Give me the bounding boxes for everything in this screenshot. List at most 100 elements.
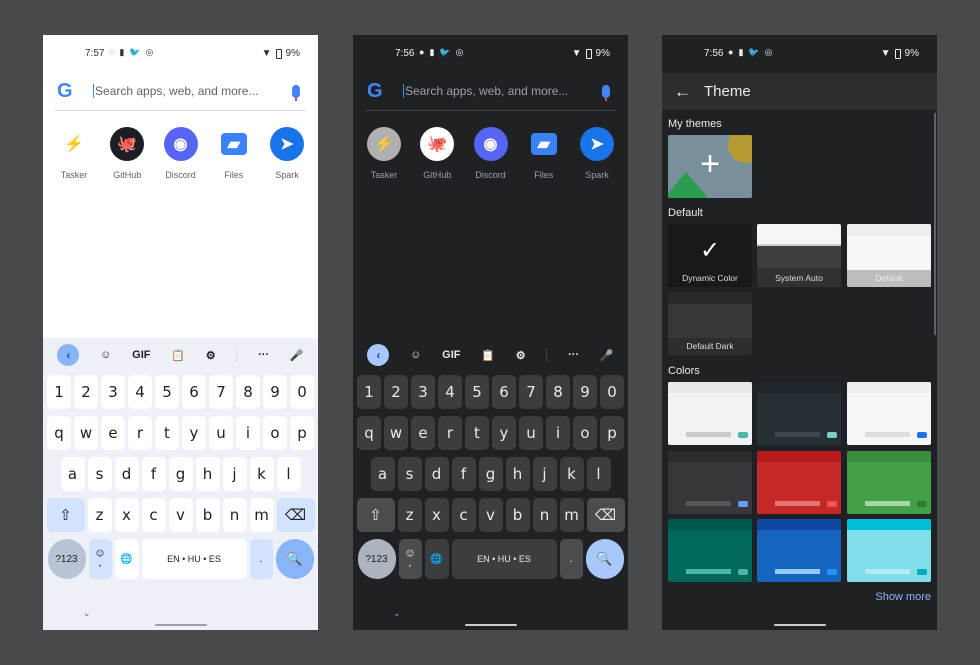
app-github[interactable]: 🐙 GitHub bbox=[412, 127, 462, 180]
key-1[interactable]: 1 bbox=[357, 375, 381, 409]
key-e[interactable]: e bbox=[101, 416, 125, 450]
language-globe-key[interactable]: 🌐 bbox=[114, 539, 139, 579]
emoji-comma-key[interactable]: ☺, bbox=[88, 539, 112, 579]
more-icon[interactable]: ··· bbox=[258, 349, 269, 361]
key-a[interactable]: a bbox=[370, 457, 395, 491]
key-1[interactable]: 1 bbox=[47, 375, 71, 409]
clipboard-icon[interactable]: 📋 bbox=[171, 349, 185, 362]
color-theme-tile[interactable] bbox=[668, 382, 752, 445]
key-k[interactable]: k bbox=[249, 457, 274, 491]
key-k[interactable]: k bbox=[559, 457, 584, 491]
key-p[interactable]: p bbox=[290, 416, 314, 450]
app-tasker[interactable]: ⚡ Tasker bbox=[359, 127, 409, 180]
key-2[interactable]: 2 bbox=[384, 375, 408, 409]
key-l[interactable]: l bbox=[276, 457, 301, 491]
key-7[interactable]: 7 bbox=[519, 375, 543, 409]
key-s[interactable]: s bbox=[397, 457, 422, 491]
gif-icon[interactable]: GIF bbox=[132, 349, 150, 361]
key-4[interactable]: 4 bbox=[438, 375, 462, 409]
color-theme-tile[interactable] bbox=[757, 519, 841, 582]
language-globe-key[interactable]: 🌐 bbox=[424, 539, 449, 579]
add-theme-tile[interactable]: + bbox=[668, 135, 752, 198]
scrollbar[interactable] bbox=[934, 113, 936, 335]
app-tasker[interactable]: ⚡ Tasker bbox=[49, 127, 99, 180]
search-input[interactable]: Search apps, web, and more... bbox=[403, 84, 602, 98]
key-m[interactable]: m bbox=[559, 498, 584, 532]
spacebar-key[interactable]: EN • HU • ES bbox=[141, 539, 247, 579]
search-key[interactable]: 🔍 bbox=[275, 539, 314, 579]
period-key[interactable]: . bbox=[249, 539, 273, 579]
home-indicator[interactable] bbox=[465, 624, 517, 626]
search-bar[interactable]: G Search apps, web, and more... bbox=[57, 77, 306, 105]
key-t[interactable]: t bbox=[465, 416, 489, 450]
backspace-key[interactable]: ⌫ bbox=[276, 498, 315, 532]
color-theme-tile[interactable] bbox=[668, 519, 752, 582]
key-a[interactable]: a bbox=[60, 457, 85, 491]
back-icon[interactable]: ‹ bbox=[367, 344, 390, 366]
key-i[interactable]: i bbox=[236, 416, 260, 450]
key-z[interactable]: z bbox=[397, 498, 422, 532]
key-p[interactable]: p bbox=[600, 416, 624, 450]
key-b[interactable]: b bbox=[195, 498, 220, 532]
color-theme-tile[interactable] bbox=[847, 451, 931, 514]
spacebar-key[interactable]: EN • HU • ES bbox=[451, 539, 557, 579]
sticker-icon[interactable]: ☺ bbox=[410, 349, 421, 361]
app-files[interactable]: ▰ Files bbox=[209, 127, 259, 180]
back-icon[interactable]: ‹ bbox=[57, 344, 80, 366]
shift-key[interactable]: ⇧ bbox=[46, 498, 85, 532]
backspace-key[interactable]: ⌫ bbox=[586, 498, 625, 532]
key-5[interactable]: 5 bbox=[155, 375, 179, 409]
key-u[interactable]: u bbox=[209, 416, 233, 450]
key-f[interactable]: f bbox=[451, 457, 476, 491]
key-g[interactable]: g bbox=[478, 457, 503, 491]
microphone-icon[interactable] bbox=[602, 84, 610, 101]
key-w[interactable]: w bbox=[384, 416, 408, 450]
key-3[interactable]: 3 bbox=[101, 375, 125, 409]
emoji-comma-key[interactable]: ☺, bbox=[398, 539, 422, 579]
hide-keyboard-icon[interactable]: ⌄ bbox=[83, 608, 91, 619]
key-w[interactable]: w bbox=[74, 416, 98, 450]
clipboard-icon[interactable]: 📋 bbox=[481, 349, 495, 362]
key-t[interactable]: t bbox=[155, 416, 179, 450]
key-z[interactable]: z bbox=[87, 498, 112, 532]
key-c[interactable]: c bbox=[451, 498, 476, 532]
symbols-key[interactable]: ?123 bbox=[357, 539, 396, 579]
settings-icon[interactable]: ⚙ bbox=[516, 349, 526, 362]
key-q[interactable]: q bbox=[47, 416, 71, 450]
key-x[interactable]: x bbox=[424, 498, 449, 532]
gif-icon[interactable]: GIF bbox=[442, 349, 460, 361]
app-spark[interactable]: ➤ Spark bbox=[262, 127, 312, 180]
key-y[interactable]: y bbox=[182, 416, 206, 450]
key-0[interactable]: 0 bbox=[600, 375, 624, 409]
theme-system-auto[interactable]: System Auto bbox=[757, 224, 841, 287]
key-v[interactable]: v bbox=[168, 498, 193, 532]
key-y[interactable]: y bbox=[492, 416, 516, 450]
app-github[interactable]: 🐙 GitHub bbox=[102, 127, 152, 180]
app-spark[interactable]: ➤ Spark bbox=[572, 127, 622, 180]
key-f[interactable]: f bbox=[141, 457, 166, 491]
key-h[interactable]: h bbox=[195, 457, 220, 491]
color-theme-tile[interactable] bbox=[847, 382, 931, 445]
app-discord[interactable]: ◉ Discord bbox=[156, 127, 206, 180]
key-o[interactable]: o bbox=[263, 416, 287, 450]
app-discord[interactable]: ◉ Discord bbox=[466, 127, 516, 180]
key-v[interactable]: v bbox=[478, 498, 503, 532]
color-theme-tile[interactable] bbox=[757, 451, 841, 514]
search-input[interactable]: Search apps, web, and more... bbox=[93, 84, 292, 98]
key-d[interactable]: d bbox=[114, 457, 139, 491]
period-key[interactable]: . bbox=[559, 539, 583, 579]
shift-key[interactable]: ⇧ bbox=[356, 498, 395, 532]
key-n[interactable]: n bbox=[222, 498, 247, 532]
key-e[interactable]: e bbox=[411, 416, 435, 450]
key-b[interactable]: b bbox=[505, 498, 530, 532]
key-m[interactable]: m bbox=[249, 498, 274, 532]
key-0[interactable]: 0 bbox=[290, 375, 314, 409]
key-8[interactable]: 8 bbox=[546, 375, 570, 409]
key-9[interactable]: 9 bbox=[263, 375, 287, 409]
key-r[interactable]: r bbox=[128, 416, 152, 450]
home-indicator[interactable] bbox=[155, 624, 207, 626]
theme-dynamic-color[interactable]: ✓ Dynamic Color bbox=[668, 224, 752, 287]
key-3[interactable]: 3 bbox=[411, 375, 435, 409]
key-l[interactable]: l bbox=[586, 457, 611, 491]
key-9[interactable]: 9 bbox=[573, 375, 597, 409]
